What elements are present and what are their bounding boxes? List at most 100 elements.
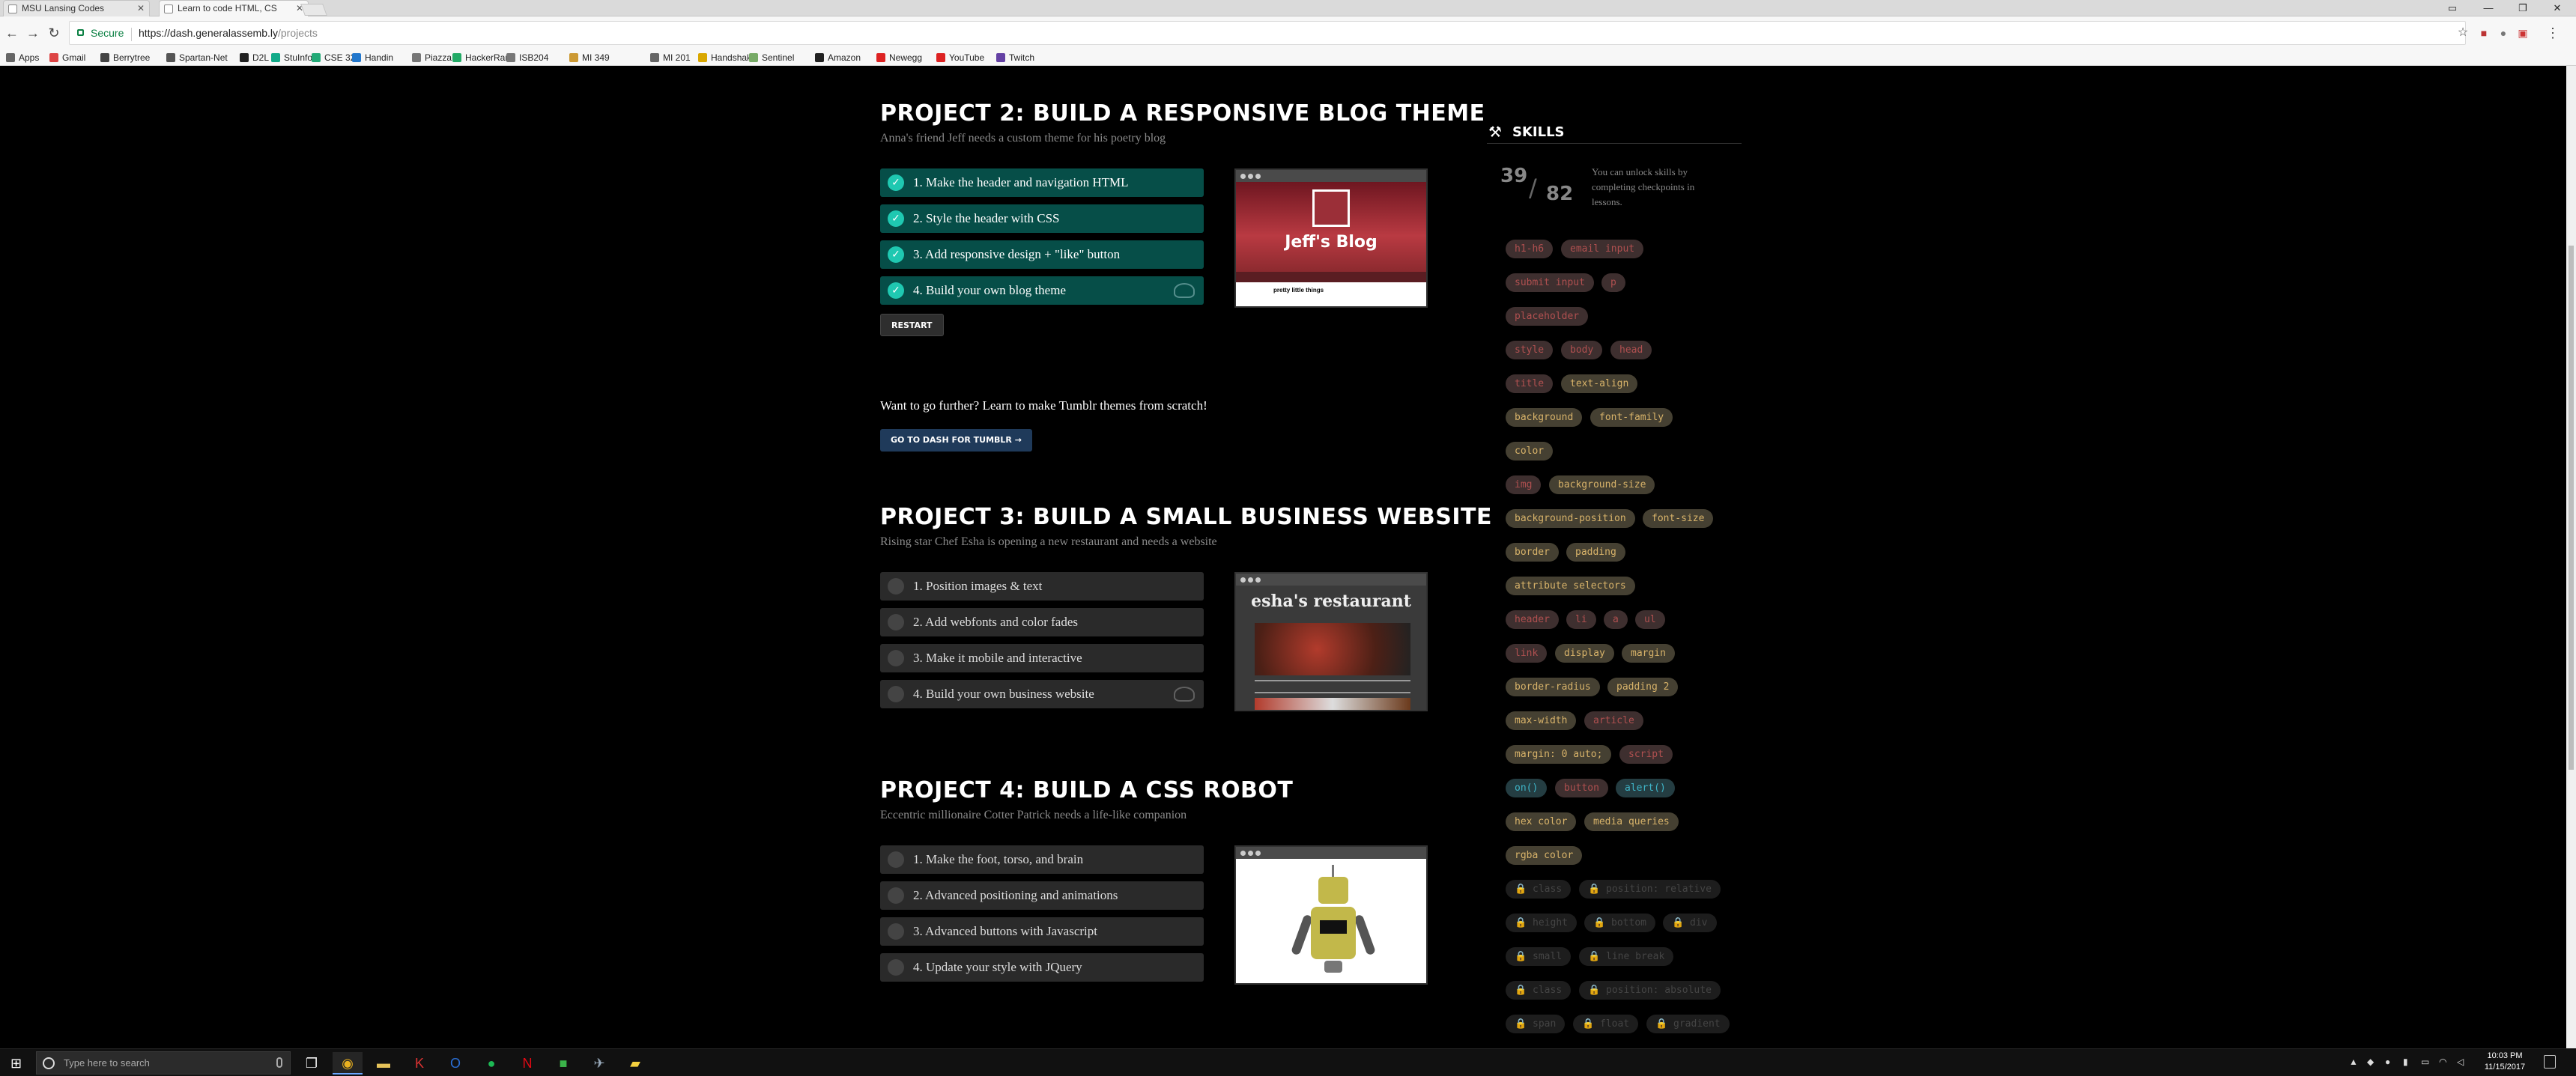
- step-item[interactable]: 2. Advanced positioning and animations: [880, 881, 1204, 910]
- robot-arm: [1290, 914, 1314, 956]
- steam-icon[interactable]: ✈: [584, 1052, 614, 1075]
- chrome-icon[interactable]: ◉: [333, 1052, 363, 1075]
- food-image: [1255, 698, 1410, 710]
- bookmark-label: Apps: [19, 52, 40, 63]
- battery-icon[interactable]: ▭: [2421, 1057, 2429, 1067]
- bookmark-item[interactable]: Spartan-Net: [166, 52, 228, 64]
- step-item[interactable]: ✓ 2. Style the header with CSS: [880, 204, 1204, 233]
- close-window-button[interactable]: ✕: [2541, 0, 2574, 16]
- scrollbar-thumb[interactable]: [2569, 246, 2574, 770]
- bookmark-item[interactable]: Gmail: [49, 52, 85, 64]
- skill-pill: h1-h6: [1506, 240, 1554, 258]
- bookmark-item[interactable]: Apps: [6, 52, 39, 64]
- bookmark-item[interactable]: Amazon: [815, 52, 861, 64]
- profile-icon[interactable]: ▭: [2436, 0, 2469, 16]
- bookmark-item[interactable]: HackerRank: [452, 52, 515, 64]
- tab-label: MSU Lansing Codes: [22, 3, 105, 13]
- step-item[interactable]: 4. Update your style with JQuery: [880, 953, 1204, 982]
- page-scrollbar[interactable]: [2566, 66, 2576, 1048]
- step-item[interactable]: ✓ 4. Build your own blog theme: [880, 276, 1204, 305]
- url-text[interactable]: https://dash.generalassemb.ly/projects: [139, 27, 318, 39]
- extension-icon[interactable]: ■: [2475, 23, 2493, 43]
- tray-icon[interactable]: ▲: [2349, 1057, 2358, 1067]
- bookmark-item[interactable]: Handshake: [698, 52, 757, 64]
- tools-icon: ⚒: [1488, 123, 1502, 141]
- microphone-icon[interactable]: [276, 1057, 282, 1068]
- step-status-icon: [888, 686, 904, 702]
- file-explorer-icon[interactable]: ▬: [369, 1052, 398, 1075]
- skill-pill: 🔒 div: [1663, 914, 1717, 932]
- network-icon[interactable]: ◠: [2439, 1057, 2446, 1067]
- extension-icon[interactable]: ●: [2494, 23, 2512, 43]
- outlook-icon[interactable]: O: [440, 1052, 470, 1075]
- action-center-icon[interactable]: [2544, 1055, 2556, 1069]
- step-item[interactable]: ✓ 3. Add responsive design + "like" butto…: [880, 240, 1204, 269]
- windows-start-icon[interactable]: ⊞: [10, 1056, 22, 1072]
- tray-icon[interactable]: ▮: [2403, 1057, 2408, 1067]
- bookmark-item[interactable]: Handin: [352, 52, 393, 64]
- step-label: 1. Make the header and navigation HTML: [913, 175, 1129, 189]
- extension-icon[interactable]: ▣: [2514, 23, 2532, 43]
- bookmark-favicon-icon: [815, 53, 824, 62]
- address-bar[interactable]: Secure https://dash.generalassemb.ly/pro…: [69, 21, 2466, 45]
- skill-pill: 🔒 height: [1506, 914, 1577, 932]
- step-item[interactable]: ✓ 1. Make the header and navigation HTML: [880, 168, 1204, 197]
- bookmark-item[interactable]: MI 349: [569, 52, 610, 64]
- back-button[interactable]: ←: [3, 23, 21, 43]
- preview-window-bar: [1236, 170, 1426, 182]
- bookmark-item[interactable]: D2L: [240, 52, 269, 64]
- bookmark-item[interactable]: MI 201: [650, 52, 691, 64]
- step-item[interactable]: 2. Add webfonts and color fades: [880, 608, 1204, 636]
- tray-icon[interactable]: ●: [2385, 1057, 2390, 1067]
- bookmark-item[interactable]: Sentinel: [749, 52, 794, 64]
- forward-button[interactable]: →: [24, 23, 42, 43]
- restore-button[interactable]: ❐: [2506, 0, 2539, 16]
- skill-pill: header: [1506, 610, 1559, 629]
- skill-pill: p: [1601, 273, 1625, 292]
- bookmark-item[interactable]: YouTube: [936, 52, 984, 64]
- skill-pill: title: [1506, 374, 1554, 393]
- bookmark-item[interactable]: ISB204: [506, 52, 548, 64]
- restart-button[interactable]: RESTART: [880, 314, 944, 336]
- step-item[interactable]: 1. Position images & text: [880, 572, 1204, 601]
- tab-msu-lansing-codes[interactable]: MSU Lansing Codes ✕: [3, 0, 150, 16]
- bookmark-item[interactable]: Twitch: [996, 52, 1034, 64]
- skill-pill: on(): [1506, 779, 1548, 797]
- netflix-icon[interactable]: N: [512, 1052, 542, 1075]
- bookmark-item[interactable]: Berrytree: [100, 52, 150, 64]
- project-preview-robot[interactable]: [1234, 845, 1428, 985]
- step-item[interactable]: 1. Make the foot, torso, and brain: [880, 845, 1204, 874]
- sticky-notes-icon[interactable]: ▰: [620, 1052, 650, 1075]
- step-item[interactable]: 3. Advanced buttons with Javascript: [880, 917, 1204, 946]
- bookmark-item[interactable]: Newegg: [876, 52, 922, 64]
- project-preview-restaurant[interactable]: esha's restaurant: [1234, 572, 1428, 711]
- bookmark-item[interactable]: Piazza: [412, 52, 452, 64]
- bookmark-label: Sentinel: [762, 52, 795, 63]
- app-icon[interactable]: ■: [548, 1052, 578, 1075]
- skill-pill: style: [1506, 341, 1554, 359]
- close-tab-icon[interactable]: ✕: [137, 1, 145, 16]
- volume-icon[interactable]: ◁: [2457, 1057, 2464, 1067]
- step-item[interactable]: 4. Build your own business website: [880, 680, 1204, 708]
- clock[interactable]: 10:03 PM 11/15/2017: [2475, 1051, 2535, 1073]
- project-preview-blog[interactable]: Jeff's Blog pretty little things: [1234, 168, 1428, 308]
- new-tab-button[interactable]: [300, 4, 327, 16]
- step-item[interactable]: 3. Make it mobile and interactive: [880, 644, 1204, 672]
- spotify-icon[interactable]: ●: [476, 1052, 506, 1075]
- menu-icon[interactable]: ⋮: [2544, 23, 2562, 43]
- taskbar-search[interactable]: Type here to search: [36, 1051, 291, 1075]
- reload-button[interactable]: ↻: [45, 23, 63, 43]
- minimize-button[interactable]: —: [2472, 0, 2505, 16]
- skill-pill: max-width: [1506, 711, 1577, 730]
- skill-pill: padding: [1566, 543, 1625, 562]
- bookmark-star-icon[interactable]: ☆: [2454, 23, 2472, 43]
- tab-learn-to-code[interactable]: Learn to code HTML, CS ✕: [159, 0, 309, 16]
- task-view-icon[interactable]: ❐: [297, 1052, 327, 1075]
- app-icon[interactable]: K: [404, 1052, 434, 1075]
- food-image: [1255, 623, 1410, 675]
- skill-pill: head: [1610, 341, 1652, 359]
- tab-strip: MSU Lansing Codes ✕ Learn to code HTML, …: [0, 0, 2576, 16]
- tumblr-dash-button[interactable]: GO TO DASH FOR TUMBLR →: [880, 429, 1032, 452]
- bookmark-item[interactable]: StuInfo: [271, 52, 312, 64]
- tray-icon[interactable]: ◆: [2367, 1057, 2374, 1067]
